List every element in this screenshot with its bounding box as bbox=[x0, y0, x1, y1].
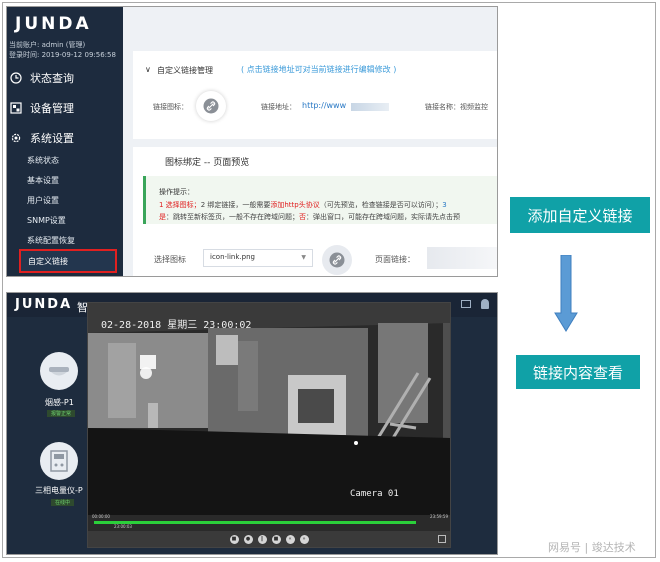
nav-label: 设备管理 bbox=[30, 102, 74, 115]
link-icon bbox=[329, 252, 345, 268]
ops-no-note: ：弹出窗口，可能存在跨域问题，实际请先点击预 bbox=[306, 213, 460, 221]
junda-logo: JUNDA bbox=[15, 297, 73, 312]
page-link-label: 页面链接： bbox=[375, 255, 415, 264]
callout-add-link: 添加自定义链接 bbox=[510, 197, 650, 233]
power-meter-icon[interactable] bbox=[39, 441, 79, 481]
fast-forward-icon[interactable]: » bbox=[299, 534, 309, 544]
account-user: 当前账户: admin (管理) bbox=[9, 41, 86, 49]
video-player[interactable]: 02-28-2018 星期三 23:00:02 Camera 01 00:00:… bbox=[87, 302, 451, 548]
nav-status-query[interactable]: 状态查询 bbox=[7, 64, 123, 92]
timeline[interactable]: 00:00:00 23:59:59 23:00:03 bbox=[88, 514, 450, 531]
fullscreen-icon[interactable] bbox=[438, 535, 446, 543]
nav-system-settings[interactable]: 系统设置 bbox=[7, 124, 123, 152]
ops-http-note: 添加http头协议 bbox=[270, 201, 320, 209]
selected-icon-preview[interactable] bbox=[322, 245, 352, 275]
nav-label: 状态查询 bbox=[30, 72, 74, 85]
clock-icon bbox=[10, 72, 22, 84]
link-address-value[interactable]: http://www bbox=[302, 101, 346, 110]
sub-item-custom-link[interactable]: 自定义链接 bbox=[19, 249, 117, 273]
ops-title: 操作提示： bbox=[159, 188, 194, 196]
mail-icon[interactable] bbox=[461, 300, 471, 308]
player-controls: ■ ● ‖ ■ « » bbox=[88, 531, 450, 547]
custom-link-panel: ∨ 自定义链接管理 ( 点击链接地址可对当前链接进行编辑修改 ) bbox=[133, 51, 497, 139]
timeline-current: 23:00:03 bbox=[114, 524, 132, 529]
nav-device-management[interactable]: 设备管理 bbox=[7, 94, 123, 122]
camera-feed bbox=[88, 303, 450, 515]
timeline-end: 23:59:59 bbox=[430, 514, 448, 519]
nav-label: 系统设置 bbox=[30, 132, 74, 145]
video-timestamp: 02-28-2018 星期三 23:00:02 bbox=[101, 320, 252, 331]
link-icon bbox=[203, 98, 219, 114]
login-time: 登录时间: 2019-09-12 09:56:58 bbox=[9, 51, 116, 59]
down-arrow-icon bbox=[554, 255, 578, 332]
ops-step-3: 3 bbox=[442, 201, 447, 209]
ops-step-2: 2 绑定链接，一般需要 bbox=[200, 201, 271, 209]
record-icon[interactable]: ● bbox=[243, 534, 253, 544]
link-address-label: 链接地址： bbox=[261, 103, 296, 111]
page-link-input[interactable] bbox=[427, 247, 497, 269]
ops-line-1: 1 选择图标；2 绑定链接，一般需要添加http头协议（可先预览，检查链接是否可… bbox=[159, 200, 447, 210]
panel-hint: ( 点击链接地址可对当前链接进行编辑修改 ) bbox=[241, 65, 397, 74]
link-icon-preview[interactable] bbox=[196, 91, 226, 121]
pause-icon[interactable]: ‖ bbox=[257, 534, 267, 544]
device-icon bbox=[10, 102, 22, 114]
device-status-power-meter: 在线中 bbox=[51, 499, 75, 506]
binding-title: 图标绑定 -- 页面预览 bbox=[165, 158, 250, 168]
sub-item-basic-settings[interactable]: 基本设置 bbox=[27, 175, 59, 186]
rewind-icon[interactable]: « bbox=[285, 534, 295, 544]
camera-label: Camera 01 bbox=[350, 489, 399, 499]
device-label-smoke: 烟感-P1 bbox=[45, 398, 74, 407]
collapse-chevron-icon[interactable]: ∨ bbox=[145, 65, 151, 74]
sub-item-user-settings[interactable]: 用户设置 bbox=[27, 195, 59, 206]
device-label-power-meter: 三相电量仪-P bbox=[35, 486, 83, 495]
timeline-progress[interactable] bbox=[94, 521, 416, 524]
ops-yes: 是 bbox=[159, 213, 166, 221]
watermark: 网易号 | 竣达技术 bbox=[548, 541, 636, 554]
stop-icon[interactable]: ■ bbox=[271, 534, 281, 544]
icon-select-value: icon-link.png bbox=[210, 253, 255, 261]
icon-select[interactable]: icon-link.png ▼ bbox=[203, 249, 313, 267]
ops-line-2: 是：跳转至新标签页，一般不存在跨域问题；否：弹出窗口，可能存在跨域问题，实际请先… bbox=[159, 212, 460, 222]
ops-preview-note: （可先预览，检查链接是否可以访问）； bbox=[319, 201, 443, 209]
junda-logo: JUNDA bbox=[15, 14, 92, 34]
sub-item-snmp-settings[interactable]: SNMP设置 bbox=[27, 215, 66, 226]
config-screenshot: JUNDA 当前账户: admin (管理) 登录时间: 2019-09-12 … bbox=[6, 6, 498, 277]
bell-icon[interactable] bbox=[481, 299, 489, 309]
sub-item-label: 自定义链接 bbox=[28, 257, 68, 266]
ops-yes-note: ：跳转至新标签页，一般不存在跨域问题； bbox=[166, 213, 299, 221]
select-icon-label: 选择图标 bbox=[154, 255, 186, 264]
link-icon-label: 链接图标： bbox=[153, 103, 188, 111]
smoke-sensor-icon[interactable] bbox=[39, 351, 79, 391]
ops-step-1: 1 选择图标； bbox=[159, 201, 201, 209]
timeline-start: 00:00:00 bbox=[92, 514, 110, 519]
chevron-down-icon: ▼ bbox=[301, 254, 306, 261]
panel-title: 自定义链接管理 bbox=[157, 66, 213, 75]
link-name-label: 链接名称：视频监控 bbox=[425, 103, 488, 111]
sidebar: JUNDA 当前账户: admin (管理) 登录时间: 2019-09-12 … bbox=[7, 7, 123, 276]
ops-no: 否 bbox=[299, 213, 306, 221]
sub-item-system-status[interactable]: 系统状态 bbox=[27, 155, 59, 166]
device-status-smoke: 报警正常 bbox=[47, 410, 76, 417]
account-info: 当前账户: admin (管理) 登录时间: 2019-09-12 09:56:… bbox=[9, 40, 116, 60]
blurred-url bbox=[351, 103, 389, 111]
monitor-screenshot: JUNDA 智 烟感-P1 报警正常 三相电量仪-P 在线中 02-28-201… bbox=[6, 292, 498, 555]
callout-view-link: 链接内容查看 bbox=[516, 355, 640, 389]
gear-icon bbox=[11, 133, 21, 143]
sub-item-config-restore[interactable]: 系统配置恢复 bbox=[27, 235, 75, 246]
snapshot-icon[interactable]: ■ bbox=[229, 534, 239, 544]
